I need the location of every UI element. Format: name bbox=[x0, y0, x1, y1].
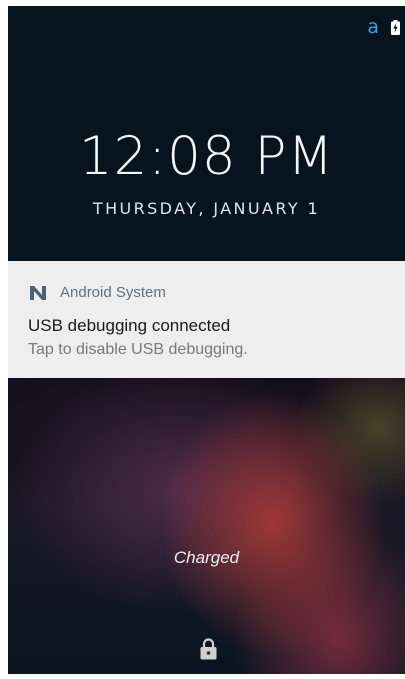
clock-area: a 12:08 PM THURSDAY, JANUARY 1 bbox=[8, 6, 405, 261]
status-bar: a bbox=[367, 16, 400, 38]
notification-text: Tap to disable USB debugging. bbox=[28, 341, 248, 358]
battery-charging-icon bbox=[391, 19, 400, 35]
notification-app-name: Android System bbox=[60, 284, 166, 301]
lock-screen: a 12:08 PM THURSDAY, JANUARY 1 Android S… bbox=[8, 6, 405, 674]
charging-status: Charged bbox=[173, 548, 240, 567]
lock-icon[interactable] bbox=[200, 638, 217, 660]
clock-date: THURSDAY, JANUARY 1 bbox=[92, 199, 321, 218]
app-a-icon: a bbox=[367, 16, 379, 38]
notification-title: USB debugging connected bbox=[28, 316, 231, 335]
notification-usb-debugging[interactable]: Android System USB debugging connected T… bbox=[8, 261, 405, 378]
notification-header: Android System bbox=[30, 284, 166, 301]
android-n-icon bbox=[30, 285, 46, 300]
wallpaper: Charged bbox=[8, 378, 405, 674]
clock-time: 12:08 PM bbox=[78, 126, 335, 187]
